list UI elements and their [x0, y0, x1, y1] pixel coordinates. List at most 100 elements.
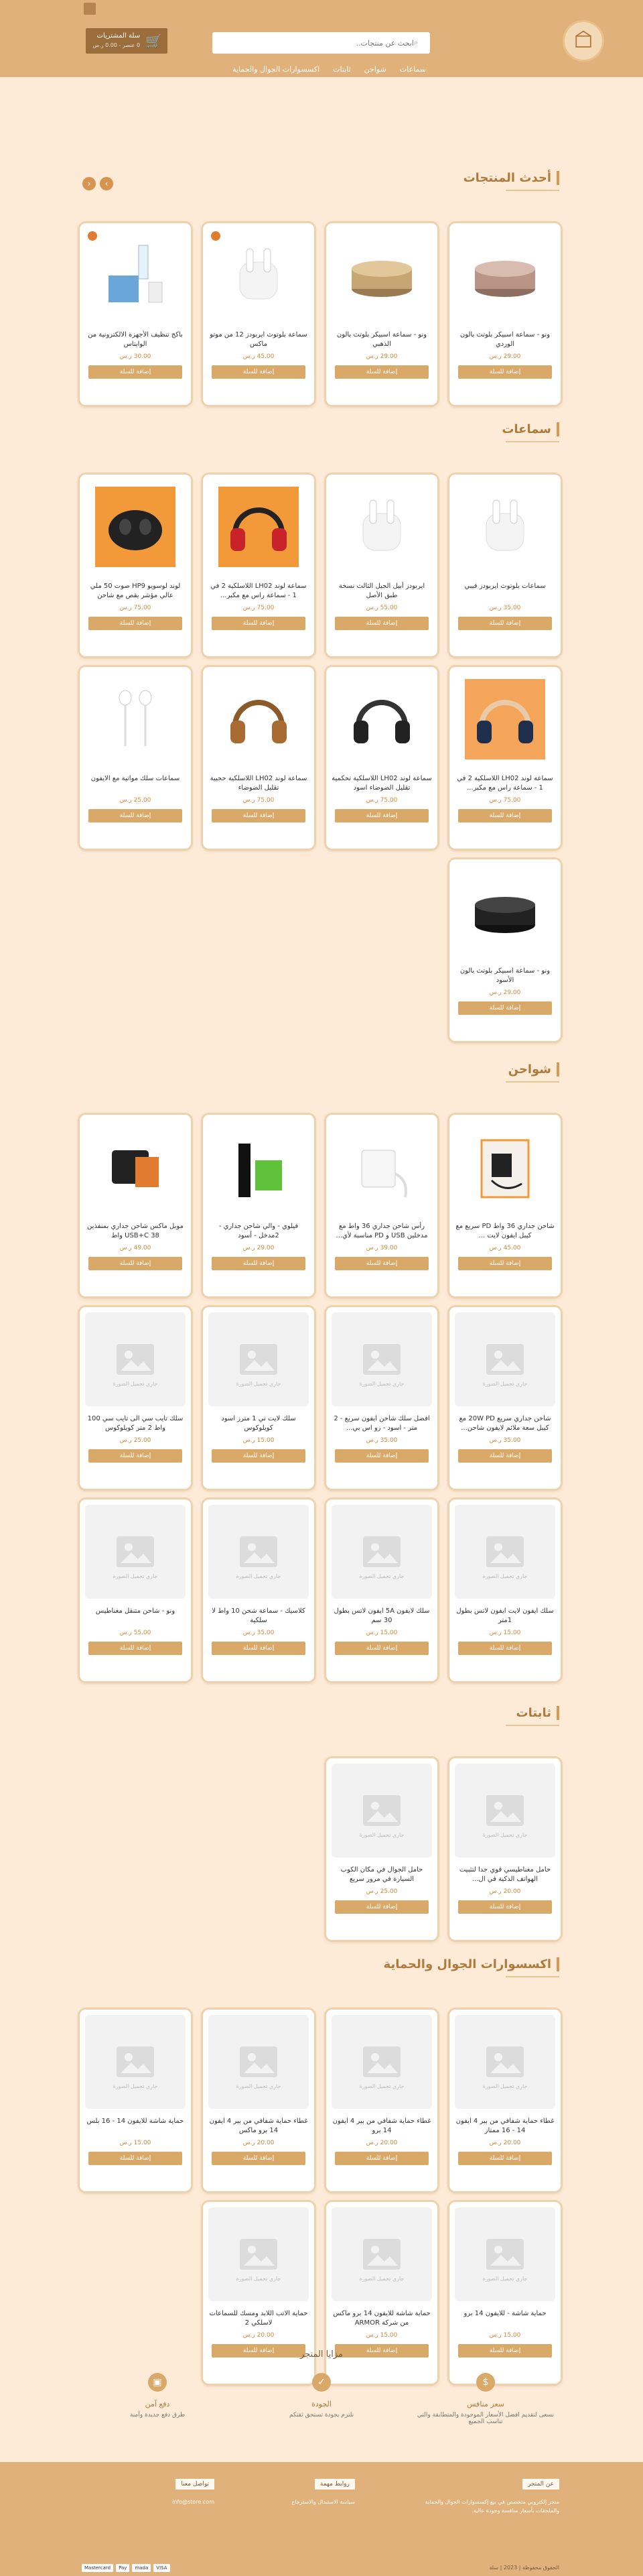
store-logo[interactable]	[563, 20, 604, 62]
product-name[interactable]: سماعة لوند LH02 اللاسلكية تحكمية تقليل ا…	[332, 774, 432, 793]
product-name[interactable]: ايربودز أبيل الجيل الثالث نسخة طبق الأصل	[332, 582, 432, 601]
product-image[interactable]	[208, 1505, 309, 1599]
add-to-cart-button[interactable]: إضافة للسلة	[335, 365, 429, 379]
add-to-cart-button[interactable]: إضافة للسلة	[335, 1449, 429, 1463]
arrow-left-icon[interactable]: ‹	[82, 177, 96, 190]
add-to-cart-button[interactable]: إضافة للسلة	[335, 809, 429, 822]
product-name[interactable]: حماية شاشة - للايفون 14 برو	[455, 2309, 555, 2328]
nav-item[interactable]: ثابتات	[333, 65, 351, 74]
product-name[interactable]: سماعة لوند LH02 اللاسلكية حجبية تقليل ال…	[208, 774, 309, 793]
product-name[interactable]: حامل الجوال في مكان الكوب السيارة في مرو…	[332, 1865, 432, 1884]
product-image[interactable]	[208, 1120, 309, 1214]
product-card[interactable]: سماعات بلوتوث ايربودز فيبي 35.00 ر.س إضا…	[449, 475, 561, 656]
product-card[interactable]: موبل ماكس شاحن جداري بمنفذين USB+C 38 وا…	[80, 1115, 191, 1296]
product-image[interactable]	[332, 672, 432, 766]
add-to-cart-button[interactable]: إضافة للسلة	[335, 617, 429, 630]
add-to-cart-button[interactable]: إضافة للسلة	[212, 617, 305, 630]
product-image[interactable]	[85, 229, 186, 322]
product-card[interactable]: ونو - سماعة اسبيكر بلوتث بالون الوردي 29…	[449, 223, 561, 405]
product-image[interactable]	[208, 672, 309, 766]
product-name[interactable]: حماية شاشة للايفون 14 - 16 بلس	[85, 2117, 186, 2136]
product-name[interactable]: سماعات سلك مواتية مع الايفون	[85, 774, 186, 793]
product-name[interactable]: سماعة بلوتوث ايربودز 12 من موتو ماكس	[208, 330, 309, 349]
add-to-cart-button[interactable]: إضافة للسلة	[458, 365, 552, 379]
product-image[interactable]	[208, 480, 309, 574]
product-image[interactable]	[85, 2015, 186, 2109]
product-image[interactable]	[208, 229, 309, 322]
product-card[interactable]: جاري تحميل الصورة ونو - شاحن متنقل مغناط…	[80, 1499, 191, 1681]
product-image[interactable]	[455, 1120, 555, 1214]
add-to-cart-button[interactable]: إضافة للسلة	[88, 1257, 182, 1270]
product-card[interactable]: جاري تحميل الصورة سلك لايت ني 1 مترز اسو…	[203, 1307, 314, 1489]
product-card[interactable]: جاري تحميل الصورة حامل الجوال في مكان ال…	[326, 1758, 437, 1940]
product-name[interactable]: سلك لايت ني 1 مترز اسود كويلوكوس	[208, 1414, 309, 1433]
product-card[interactable]: سماعات سلك مواتية مع الايفون 25.00 ر.س إ…	[80, 667, 191, 849]
product-card[interactable]: جاري تحميل الصورة سلك تايب سي الى تايب س…	[80, 1307, 191, 1489]
product-image[interactable]	[455, 2207, 555, 2301]
cart-button[interactable]: 🛒 سلة المشتريات 0 عنصر - 0.00 ر.س	[86, 28, 167, 54]
product-card[interactable]: جاري تحميل الصورة سلك لايفون 5A ايفون لا…	[326, 1499, 437, 1681]
product-card[interactable]: سماعة لوند LH02 اللاسلكية 2 في 1 - سماعة…	[449, 667, 561, 849]
add-to-cart-button[interactable]: إضافة للسلة	[88, 617, 182, 630]
product-image[interactable]	[332, 2015, 432, 2109]
nav-item[interactable]: اكسسوارات الجوال والحماية	[232, 65, 319, 74]
product-name[interactable]: شاحن جداري سريع 20W PD مع كيبل سعة ملائم…	[455, 1414, 555, 1433]
product-image[interactable]	[455, 1764, 555, 1857]
product-card[interactable]: سماعة لوند LH02 اللاسلكية 2 في 1 - سماعة…	[203, 475, 314, 656]
product-card[interactable]: رأس شاحن جداري 36 واط مع مدخلين USB و PD…	[326, 1115, 437, 1296]
product-card[interactable]: جاري تحميل الصورة شاحن جداري سريع 20W PD…	[449, 1307, 561, 1489]
product-image[interactable]	[332, 2207, 432, 2301]
product-image[interactable]	[332, 1120, 432, 1214]
product-image[interactable]	[85, 1120, 186, 1214]
product-name[interactable]: ونو - شاحن متنقل مغناطيس	[85, 1607, 186, 1626]
product-card[interactable]: ونو - سماعة اسبيكر بلوتث بالون الذهبي 29…	[326, 223, 437, 405]
add-to-cart-button[interactable]: إضافة للسلة	[88, 1449, 182, 1463]
product-name[interactable]: سلك لايفون 5A ايفون لاتس بطول 30 سم	[332, 1607, 432, 1626]
product-name[interactable]: غطاء حماية شفافي من بير 4 ايفون 14 - 16 …	[455, 2117, 555, 2136]
product-image[interactable]	[85, 672, 186, 766]
product-card[interactable]: ونو - سماعة اسبيكر بلوتث بالون الأسود 29…	[449, 859, 561, 1041]
add-to-cart-button[interactable]: إضافة للسلة	[212, 1642, 305, 1655]
product-name[interactable]: سماعة لوند LH02 اللاسلكية 2 في 1 - سماعة…	[455, 774, 555, 793]
add-to-cart-button[interactable]: إضافة للسلة	[458, 809, 552, 822]
add-to-cart-button[interactable]: إضافة للسلة	[88, 1642, 182, 1655]
product-name[interactable]: افضل سلك شاحن ايفون سريع - 2 متر - اسود …	[332, 1414, 432, 1433]
product-image[interactable]	[208, 1312, 309, 1406]
product-card[interactable]: فيلوي - والي شاحن جداري - 2مدخل - أسود 2…	[203, 1115, 314, 1296]
product-name[interactable]: فيلوي - والي شاحن جداري - 2مدخل - أسود	[208, 1222, 309, 1241]
home-icon[interactable]	[84, 3, 96, 15]
product-name[interactable]: حماية شاشة للايفون 14 برو ماكس من شركة A…	[332, 2309, 432, 2328]
add-to-cart-button[interactable]: إضافة للسلة	[335, 2152, 429, 2165]
add-to-cart-button[interactable]: إضافة للسلة	[212, 2152, 305, 2165]
product-image[interactable]	[85, 1505, 186, 1599]
product-image[interactable]	[208, 2207, 309, 2301]
product-card[interactable]: سماعة لوند LH02 اللاسلكية حجبية تقليل ال…	[203, 667, 314, 849]
nav-item[interactable]: شواحن	[364, 65, 386, 74]
product-name[interactable]: رأس شاحن جداري 36 واط مع مدخلين USB و PD…	[332, 1222, 432, 1241]
product-image[interactable]	[85, 1312, 186, 1406]
product-card[interactable]: باكج تنظيف الأجهزة الالكترونية من الوايت…	[80, 223, 191, 405]
product-image[interactable]	[332, 480, 432, 574]
arrow-right-icon[interactable]: ›	[100, 177, 113, 190]
product-name[interactable]: حامل مغناطيسي قوي جدا لتثبيت الهواتف الذ…	[455, 1865, 555, 1884]
product-card[interactable]: لوند لوسويو HP9 صوت 50 ملي عالي مؤشر يقص…	[80, 475, 191, 656]
product-card[interactable]: جاري تحميل الصورة كلاسيك - سماعة شحن 10 …	[203, 1499, 314, 1681]
add-to-cart-button[interactable]: إضافة للسلة	[458, 1257, 552, 1270]
product-image[interactable]	[455, 1312, 555, 1406]
product-name[interactable]: غطاء حماية شفافي من بير 4 ايفون 14 برو م…	[208, 2117, 309, 2136]
product-image[interactable]	[332, 1764, 432, 1857]
product-image[interactable]	[455, 480, 555, 574]
product-image[interactable]	[208, 2015, 309, 2109]
product-image[interactable]	[455, 229, 555, 322]
product-image[interactable]	[455, 2015, 555, 2109]
add-to-cart-button[interactable]: إضافة للسلة	[458, 1642, 552, 1655]
add-to-cart-button[interactable]: إضافة للسلة	[88, 809, 182, 822]
product-image[interactable]	[85, 480, 186, 574]
product-image[interactable]	[332, 1505, 432, 1599]
product-name[interactable]: كلاسيك - سماعة شحن 10 واط لا سلكية	[208, 1607, 309, 1626]
product-card[interactable]: شاحن جداري 36 واط PD سريع مع كيبل ايفون …	[449, 1115, 561, 1296]
product-card[interactable]: ايربودز أبيل الجيل الثالث نسخة طبق الأصل…	[326, 475, 437, 656]
product-name[interactable]: موبل ماكس شاحن جداري بمنفذين USB+C 38 وا…	[85, 1222, 186, 1241]
add-to-cart-button[interactable]: إضافة للسلة	[458, 1449, 552, 1463]
product-card[interactable]: جاري تحميل الصورة غطاء حماية شفافي من بي…	[203, 2010, 314, 2191]
